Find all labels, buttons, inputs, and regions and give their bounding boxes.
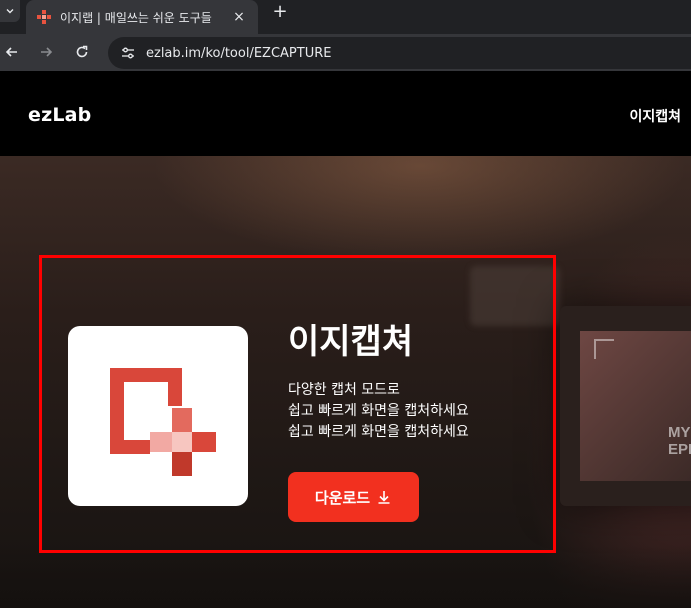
tab-title: 이지랩 | 매일쓰는 쉬운 도구들 xyxy=(60,10,212,25)
background-corner-mark xyxy=(594,339,614,359)
site-logo[interactable]: ezLab xyxy=(28,104,91,126)
description-line: 다양한 캡처 모드로 xyxy=(288,382,400,398)
tune-icon xyxy=(122,47,134,59)
tab-close-button[interactable]: × xyxy=(230,9,248,25)
url-text: ezlab.im/ko/tool/EZCAPTURE xyxy=(146,45,332,61)
forward-button[interactable] xyxy=(34,40,58,64)
download-icon xyxy=(378,491,390,504)
reload-icon xyxy=(76,45,88,58)
browser-tabstrip: 이지랩 | 매일쓰는 쉬운 도구들 × + xyxy=(0,0,691,34)
tab-search-button[interactable] xyxy=(0,0,20,22)
nav-link-ezcapture[interactable]: 이지캡쳐 xyxy=(629,106,681,126)
app-title: 이지캡쳐 xyxy=(288,322,414,362)
download-button[interactable]: 다운로드 xyxy=(288,472,419,522)
download-label: 다운로드 xyxy=(314,488,371,507)
ezcapture-logo-icon xyxy=(110,368,216,476)
arrow-left-icon xyxy=(5,47,17,57)
back-button[interactable] xyxy=(0,40,24,64)
favicon-icon xyxy=(37,10,51,24)
reload-button[interactable] xyxy=(70,40,94,64)
browser-toolbar: ezlab.im/ko/tool/EZCAPTURE xyxy=(0,34,691,71)
app-description: 다양한 캡처 모드로 쉽고 빠르게 화면을 캡처하세요 쉽고 빠르게 화면을 캡… xyxy=(288,380,469,443)
description-line: 쉽고 빠르게 화면을 캡처하세요 xyxy=(288,403,469,419)
browser-tab-active[interactable]: 이지랩 | 매일쓰는 쉬운 도구들 × xyxy=(26,0,258,34)
address-bar[interactable]: ezlab.im/ko/tool/EZCAPTURE xyxy=(108,37,691,69)
arrow-right-icon xyxy=(41,47,53,57)
site-header: ezLab 이지캡쳐 xyxy=(0,71,691,156)
chevron-down-icon xyxy=(6,9,14,14)
site-info-button[interactable] xyxy=(118,43,138,63)
description-line: 쉽고 빠르게 화면을 캡처하세요 xyxy=(288,424,469,440)
new-tab-button[interactable]: + xyxy=(268,0,292,22)
hero-section: MY EPIS 이지캡쳐 다양한 캡처 모드로 쉽고 빠르게 화면을 캡처하세요… xyxy=(0,156,691,608)
background-text: MY EPIS xyxy=(668,424,691,458)
background-keyboard xyxy=(0,546,691,608)
app-icon-card xyxy=(68,326,248,506)
